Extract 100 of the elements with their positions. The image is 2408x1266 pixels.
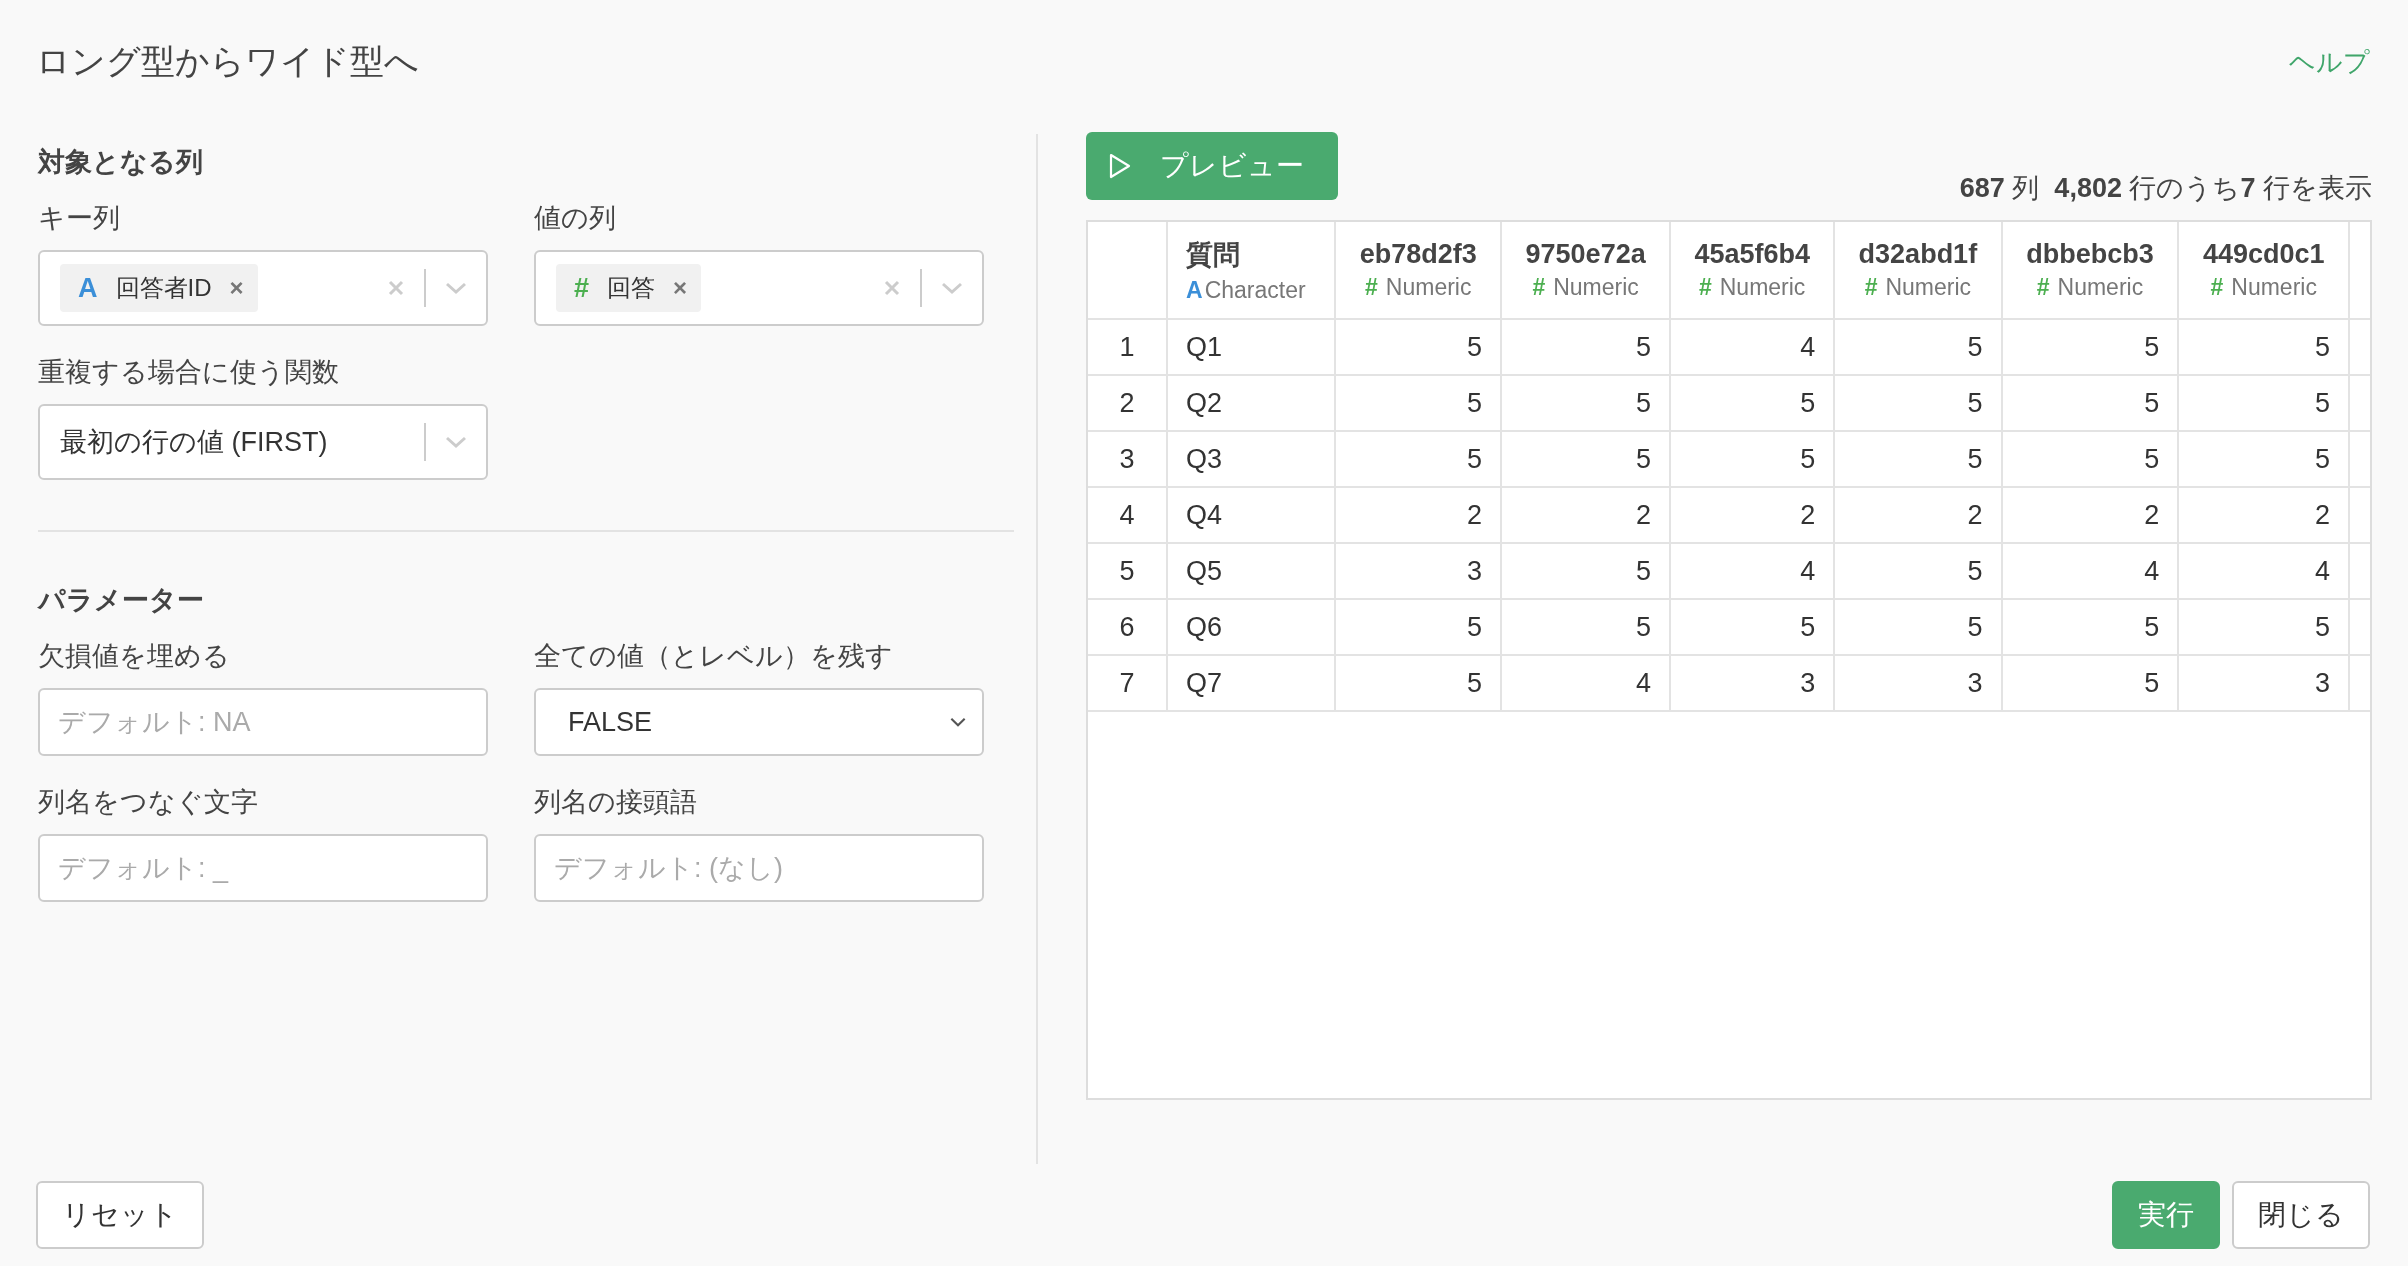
column-type: Numeric bbox=[1385, 274, 1472, 301]
type-icon: # bbox=[1532, 274, 1546, 301]
function-select[interactable]: 最初の行の値 (FIRST) bbox=[38, 404, 488, 480]
table-cell: 5 bbox=[1636, 611, 1652, 642]
table-cell: 5 bbox=[1967, 387, 1983, 418]
play-icon bbox=[1108, 152, 1132, 180]
table-cell: 5 bbox=[1967, 555, 1983, 586]
row-number: 4 bbox=[1119, 499, 1135, 530]
chevron-down-icon[interactable] bbox=[444, 435, 468, 449]
table-cell: 2 bbox=[1467, 499, 1483, 530]
table-cell: 5 bbox=[1967, 331, 1983, 362]
type-icon: # bbox=[1864, 274, 1878, 301]
table-cell: 2 bbox=[1636, 499, 1652, 530]
field-label: キー列 bbox=[38, 202, 121, 235]
column-header: 質問 bbox=[1186, 238, 1241, 272]
type-icon: # bbox=[1365, 274, 1378, 301]
clear-icon[interactable] bbox=[882, 278, 902, 298]
column-header: 449cd0c1 bbox=[2201, 239, 2326, 270]
column-header: 45a5f6b4 bbox=[1693, 239, 1811, 270]
chip-label: 回答者ID bbox=[115, 273, 212, 303]
table-cell: Q4 bbox=[1186, 499, 1223, 530]
dropdown[interactable]: FALSE bbox=[534, 688, 984, 756]
row-number: 3 bbox=[1119, 443, 1135, 474]
text-input[interactable]: デフォルト: _ bbox=[38, 834, 488, 902]
table-cell: Q5 bbox=[1186, 555, 1223, 586]
table-cell: 2 bbox=[1967, 499, 1983, 530]
table-cell: 5 bbox=[2144, 667, 2160, 698]
type-icon: # bbox=[2210, 274, 2224, 301]
type-icon: A bbox=[1186, 276, 1203, 304]
clear-icon[interactable] bbox=[386, 278, 406, 298]
table-cell: 5 bbox=[1800, 387, 1816, 418]
type-icon: A bbox=[78, 272, 98, 304]
table-cell: 5 bbox=[1636, 443, 1652, 474]
row-number: 7 bbox=[1119, 667, 1135, 698]
table-cell: 5 bbox=[1467, 443, 1483, 474]
table-cell: 5 bbox=[2314, 331, 2330, 362]
table-cell: 5 bbox=[1467, 387, 1483, 418]
row-number: 5 bbox=[1119, 555, 1135, 586]
table-cell: 5 bbox=[1800, 611, 1816, 642]
chevron-down-icon[interactable] bbox=[940, 281, 964, 295]
type-icon: # bbox=[574, 272, 590, 304]
table-cell: Q1 bbox=[1186, 331, 1223, 362]
table-cell: 5 bbox=[1467, 331, 1483, 362]
column-type: Character bbox=[1204, 276, 1306, 304]
table-cell: 5 bbox=[1467, 667, 1483, 698]
table-cell: Q6 bbox=[1186, 611, 1223, 642]
table-cell: 3 bbox=[1967, 667, 1983, 698]
row-number: 2 bbox=[1119, 387, 1135, 418]
table-cell: 5 bbox=[1636, 331, 1652, 362]
close-button[interactable]: 閉じる bbox=[2232, 1181, 2370, 1249]
remove-chip-button[interactable]: × bbox=[673, 274, 688, 302]
table-cell: 4 bbox=[1800, 331, 1816, 362]
section-heading: 対象となる列 bbox=[38, 146, 203, 179]
table-cell: 4 bbox=[2144, 555, 2160, 586]
chip-label: 回答 bbox=[607, 273, 656, 303]
chevron-down-icon bbox=[948, 716, 968, 728]
field-label: 全ての値（とレベル）を残す bbox=[534, 640, 894, 673]
table-cell: 3 bbox=[1467, 555, 1483, 586]
type-icon: # bbox=[2036, 274, 2050, 301]
table-cell: 2 bbox=[2314, 499, 2330, 530]
table-cell: Q7 bbox=[1186, 667, 1223, 698]
column-type: Numeric bbox=[1885, 274, 1972, 301]
column-type: Numeric bbox=[1553, 274, 1639, 301]
column-select[interactable]: A 回答者ID × bbox=[38, 250, 488, 326]
column-type: Numeric bbox=[1719, 274, 1806, 301]
table-cell: 5 bbox=[2144, 387, 2160, 418]
table-cell: 4 bbox=[1636, 667, 1652, 698]
column-header: dbbebcb3 bbox=[2025, 239, 2155, 270]
text-input[interactable]: デフォルト: NA bbox=[38, 688, 488, 756]
chevron-down-icon[interactable] bbox=[444, 281, 468, 295]
table-cell: 2 bbox=[1800, 499, 1816, 530]
row-number: 6 bbox=[1119, 611, 1135, 642]
table-cell: 3 bbox=[2314, 667, 2330, 698]
table-cell: 5 bbox=[1636, 387, 1652, 418]
table-cell: Q2 bbox=[1186, 387, 1223, 418]
column-header: d32abd1f bbox=[1857, 239, 1979, 270]
reset-button[interactable]: リセット bbox=[36, 1181, 204, 1249]
table-cell: 3 bbox=[1800, 667, 1816, 698]
table-cell: 4 bbox=[1800, 555, 1816, 586]
table-cell: 5 bbox=[2144, 611, 2160, 642]
field-label: 列名の接頭語 bbox=[534, 786, 698, 819]
field-label: 欠損値を埋める bbox=[38, 640, 231, 673]
dialog-title: ロング型からワイド型へ bbox=[36, 41, 419, 82]
column-header: eb78d2f3 bbox=[1358, 239, 1478, 270]
field-label: 重複する場合に使う関数 bbox=[38, 356, 340, 389]
column-type: Numeric bbox=[2231, 274, 2317, 301]
column-select[interactable]: # 回答 × bbox=[534, 250, 984, 326]
text-input[interactable]: デフォルト: (なし) bbox=[534, 834, 984, 902]
table-cell: 5 bbox=[2144, 331, 2160, 362]
remove-chip-button[interactable]: × bbox=[229, 274, 244, 302]
table-cell: 5 bbox=[1636, 555, 1652, 586]
table-cell: 5 bbox=[1967, 611, 1983, 642]
table-cell: 5 bbox=[1800, 443, 1816, 474]
column-type: Numeric bbox=[2057, 274, 2144, 301]
table-cell: 5 bbox=[2144, 443, 2160, 474]
section-heading: パラメーター bbox=[38, 584, 204, 617]
field-label: 値の列 bbox=[534, 202, 617, 235]
table-cell: 5 bbox=[1967, 443, 1983, 474]
table-cell: 2 bbox=[2144, 499, 2160, 530]
row-summary: 687 列 4,802 行のうち7 行を表示 bbox=[1959, 172, 2372, 205]
